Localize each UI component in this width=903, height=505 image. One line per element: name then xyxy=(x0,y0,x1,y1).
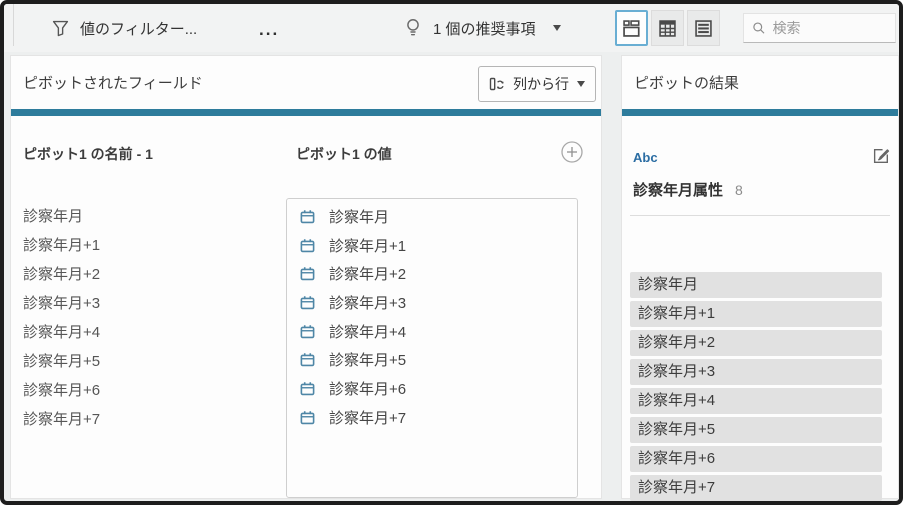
pivot-value-item[interactable]: 診察年月+4 xyxy=(287,317,577,346)
pivot-value-item[interactable]: 診察年月+6 xyxy=(287,374,577,403)
pivot-columns-to-rows-icon xyxy=(489,76,505,92)
pivot-step-screen: 値のフィルター... ... 1 個の推奨事項 xyxy=(0,0,903,505)
field-type-badge[interactable]: Abc xyxy=(633,150,658,165)
field-name-row: 診察年月属性 8 xyxy=(633,179,743,200)
calendar-date-icon xyxy=(300,295,315,310)
result-row[interactable]: 診察年月+4 xyxy=(630,388,882,414)
pivot-value-label: 診察年月+6 xyxy=(329,378,406,399)
view-toggle-group xyxy=(615,10,720,46)
pivot-name-item[interactable]: 診察年月+1 xyxy=(23,231,100,260)
view-toggle-list[interactable] xyxy=(687,10,720,46)
pivot-value-label: 診察年月+5 xyxy=(329,349,406,370)
calendar-date-icon xyxy=(300,324,315,339)
calendar-date-icon xyxy=(300,410,315,425)
pivot-name-item[interactable]: 診察年月+4 xyxy=(23,318,100,347)
value-filter-button[interactable]: 値のフィルター... xyxy=(52,4,197,52)
pivot-value-label: 診察年月+7 xyxy=(329,407,406,428)
lightbulb-icon xyxy=(404,18,422,38)
value-filter-label: 値のフィルター... xyxy=(80,18,197,39)
filter-funnel-icon xyxy=(52,20,69,37)
pivot-value-label: 診察年月+3 xyxy=(329,292,406,313)
edit-field-icon[interactable] xyxy=(872,146,891,165)
result-row[interactable]: 診察年月 xyxy=(630,272,882,298)
field-card-divider xyxy=(630,215,890,216)
result-row[interactable]: 診察年月+2 xyxy=(630,330,882,356)
more-options-button[interactable]: ... xyxy=(259,6,279,54)
view-toggle-profile-pane[interactable] xyxy=(615,10,648,46)
pivot-results-panel: ピボットの結果 Abc 診察年月属性 8 診察年月 診察年月+1 診察年月+2 … xyxy=(621,55,899,499)
pivot-value-label: 診察年月+4 xyxy=(329,321,406,342)
pivot-value-item[interactable]: 診察年月+1 xyxy=(287,231,577,260)
pivot-value-item[interactable]: 診察年月 xyxy=(287,202,577,231)
pivoted-fields-title: ピボットされたフィールド xyxy=(23,72,203,93)
pivot-direction-button[interactable]: 列から行 xyxy=(478,66,596,102)
search-box xyxy=(743,13,896,43)
calendar-date-icon xyxy=(300,381,315,396)
pivot-value-label: 診察年月+1 xyxy=(329,235,406,256)
view-toggle-data-grid[interactable] xyxy=(651,10,684,46)
pivot-value-item[interactable]: 診察年月+7 xyxy=(287,403,577,432)
pivot-names-column-title: ピボット1 の名前 - 1 xyxy=(23,144,153,164)
data-grid-icon xyxy=(659,20,676,37)
pivot-results-list: 診察年月 診察年月+1 診察年月+2 診察年月+3 診察年月+4 診察年月+5 … xyxy=(630,272,882,504)
pivot-results-title: ピボットの結果 xyxy=(634,72,739,93)
result-row[interactable]: 診察年月+3 xyxy=(630,359,882,385)
field-value-count: 8 xyxy=(735,182,743,198)
recommendations-label: 1 個の推奨事項 xyxy=(433,18,536,39)
pivot-name-item[interactable]: 診察年月+2 xyxy=(23,260,100,289)
pivot-name-item[interactable]: 診察年月+5 xyxy=(23,347,100,376)
toolbar-divider xyxy=(13,4,14,46)
calendar-date-icon xyxy=(300,209,315,224)
accent-bar xyxy=(11,109,601,116)
pivot-values-dropzone[interactable]: 診察年月 診察年月+1 xyxy=(286,198,578,498)
result-row[interactable]: 診察年月+5 xyxy=(630,417,882,443)
search-icon xyxy=(752,20,766,36)
add-pivot-button[interactable] xyxy=(560,140,584,164)
calendar-date-icon xyxy=(300,238,315,253)
pivot-value-item[interactable]: 診察年月+3 xyxy=(287,288,577,317)
pivot-name-item[interactable]: 診察年月+3 xyxy=(23,289,100,318)
profile-layout-icon xyxy=(623,20,640,37)
recommendations-dropdown[interactable]: 1 個の推奨事項 xyxy=(404,4,561,52)
pivot-values-list: 診察年月 診察年月+1 xyxy=(287,202,577,432)
list-view-icon xyxy=(695,20,712,37)
result-row[interactable]: 診察年月+7 xyxy=(630,475,882,501)
chevron-down-icon xyxy=(553,25,561,31)
accent-bar xyxy=(622,109,898,116)
pivot-value-label: 診察年月+2 xyxy=(329,263,406,284)
pivot-names-list: 診察年月 診察年月+1 診察年月+2 診察年月+3 診察年月+4 診察年月+5 … xyxy=(23,202,100,434)
chevron-down-icon xyxy=(577,81,585,87)
result-row[interactable]: 診察年月+1 xyxy=(630,301,882,327)
pivot-name-item[interactable]: 診察年月 xyxy=(23,202,100,231)
pivot-value-label: 診察年月 xyxy=(329,206,389,227)
toolbar: 値のフィルター... ... 1 個の推奨事項 xyxy=(4,4,899,52)
pivot-name-item[interactable]: 診察年月+7 xyxy=(23,405,100,434)
search-input[interactable] xyxy=(773,20,887,36)
result-row[interactable]: 診察年月+6 xyxy=(630,446,882,472)
field-name: 診察年月属性 xyxy=(633,179,723,200)
calendar-date-icon xyxy=(300,266,315,281)
pivoted-fields-panel: ピボットされたフィールド 列から行 ピボット1 の名前 - 1 ピボット1 の値 xyxy=(10,55,602,499)
pivot-direction-label: 列から行 xyxy=(513,74,569,94)
calendar-date-icon xyxy=(300,352,315,367)
pivot-value-item[interactable]: 診察年月+5 xyxy=(287,345,577,374)
pivot-name-item[interactable]: 診察年月+6 xyxy=(23,376,100,405)
pivot-values-column-title: ピボット1 の値 xyxy=(296,144,392,164)
pivot-value-item[interactable]: 診察年月+2 xyxy=(287,259,577,288)
